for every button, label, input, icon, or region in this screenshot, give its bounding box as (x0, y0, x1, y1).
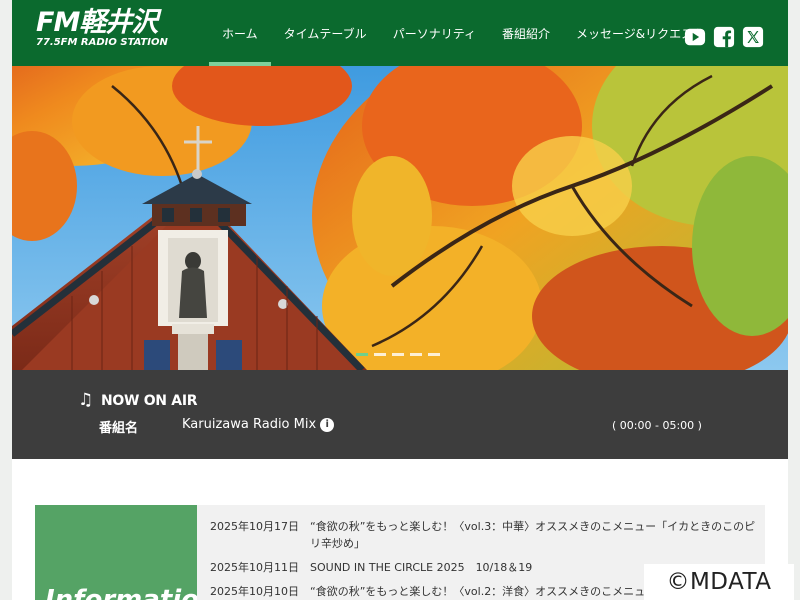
news-title[interactable]: “食欲の秋”をもっと楽しむ！〈vol.3：中華〉オススメきのこメニュー「イカとき… (310, 518, 765, 552)
slider-dots (356, 353, 440, 356)
program-time: ( 00:00 - 05:00 ) (612, 419, 702, 432)
program-name-text: Karuizawa Radio Mix (182, 417, 317, 432)
nav-programs[interactable]: 番組紹介 (489, 0, 563, 66)
page: FM軽井沢 77.5FM RADIO STATION ホーム タイムテーブル パ… (12, 0, 788, 600)
hero-slider[interactable] (12, 66, 788, 370)
news-date: 2025年10月17日 (210, 520, 299, 533)
nav-personality[interactable]: パーソナリティ (380, 0, 489, 66)
youtube-icon[interactable] (684, 26, 706, 48)
hero-image (12, 66, 788, 370)
slider-dot[interactable] (374, 353, 386, 356)
music-note-icon: ♫ (78, 390, 93, 410)
site-logo[interactable]: FM軽井沢 77.5FM RADIO STATION (36, 7, 168, 49)
info-icon[interactable]: i (320, 417, 335, 432)
news-date: 2025年10月10日 (210, 585, 299, 598)
slider-dot[interactable] (410, 353, 422, 356)
program-name: Karuizawa Radio Mix i (182, 417, 335, 432)
now-on-air-heading: ♫ NOW ON AIR (78, 390, 198, 410)
main-nav: ホーム タイムテーブル パーソナリティ 番組紹介 メッセージ&リクエスト (209, 0, 718, 66)
slider-dot[interactable] (356, 353, 368, 356)
logo-title: FM軽井沢 (36, 7, 158, 38)
x-icon[interactable] (742, 26, 764, 48)
slider-dot[interactable] (428, 353, 440, 356)
facebook-icon[interactable] (713, 26, 735, 48)
program-label: 番組名 (99, 421, 139, 436)
now-on-air-title: NOW ON AIR (100, 392, 198, 409)
now-on-air-panel: ♫ NOW ON AIR 番組名 Karuizawa Radio Mix i (… (12, 370, 788, 459)
news-date: 2025年10月11日 (210, 561, 299, 574)
social-links (684, 26, 764, 48)
site-header: FM軽井沢 77.5FM RADIO STATION ホーム タイムテーブル パ… (12, 0, 788, 66)
information-block: Information (35, 505, 197, 600)
logo-subtitle: 77.5FM RADIO STATION (36, 37, 168, 48)
information-title: Information (45, 585, 197, 600)
copyright-watermark: ©MDATA (644, 564, 794, 600)
nav-home[interactable]: ホーム (209, 0, 271, 66)
nav-timetable[interactable]: タイムテーブル (271, 0, 380, 66)
slider-dot[interactable] (392, 353, 404, 356)
